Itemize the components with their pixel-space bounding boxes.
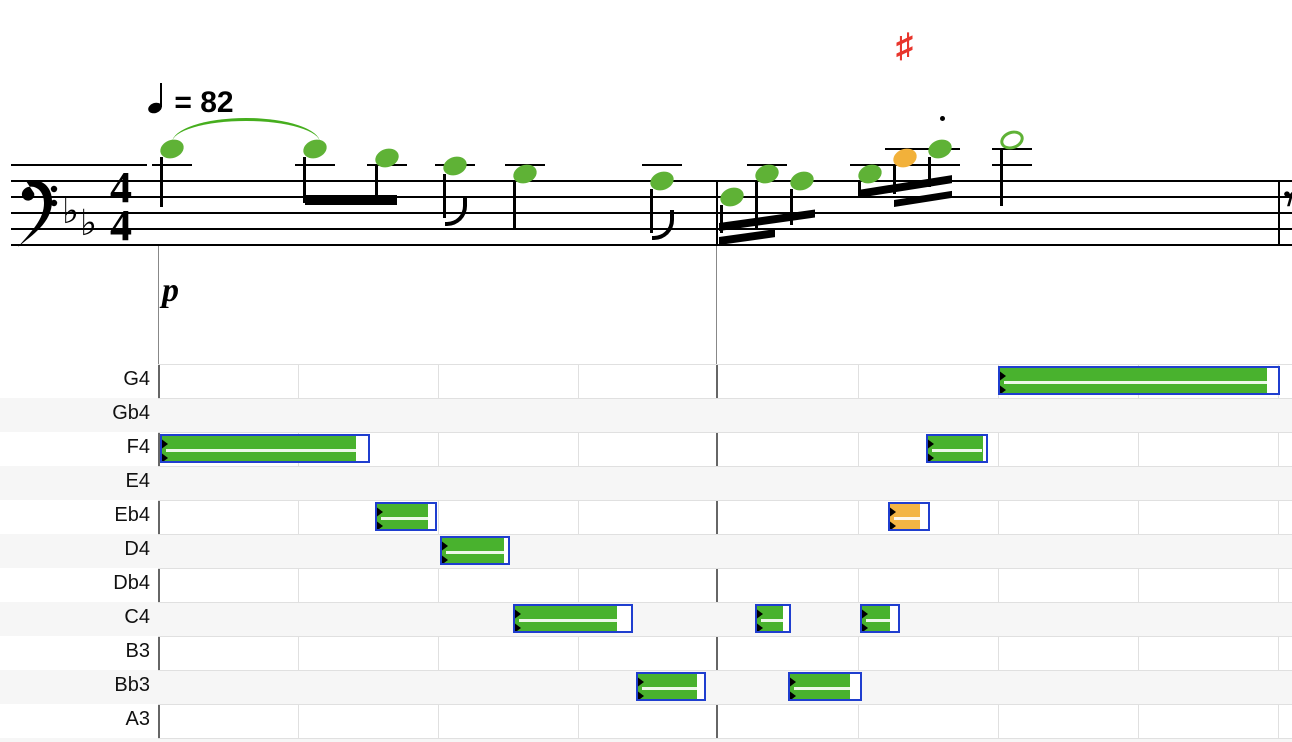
- stem: [160, 157, 163, 207]
- roll-row-label: Eb4: [0, 504, 158, 527]
- roll-row-label: Gb4: [0, 402, 158, 425]
- staff-line-5: [11, 244, 1292, 246]
- tempo-marking[interactable]: = 82: [150, 86, 234, 120]
- roll-note-3[interactable]: [513, 604, 633, 633]
- next-system-hint: 𝄾: [1284, 178, 1292, 222]
- roll-row-label: Db4: [0, 572, 158, 595]
- flag-icon: [652, 210, 668, 240]
- roll-note-8[interactable]: [860, 604, 900, 633]
- ledger: [152, 164, 192, 166]
- roll-row-Db4[interactable]: Db4: [0, 568, 1292, 602]
- barline-1: [716, 180, 718, 246]
- bass-clef: [14, 173, 58, 253]
- roll-row-C4[interactable]: C4: [0, 602, 1292, 636]
- ledger: [992, 164, 1032, 166]
- time-signature: 4 4: [110, 169, 130, 245]
- beam-b-2: [719, 229, 775, 245]
- beam-c-2: [894, 191, 952, 207]
- stem: [513, 182, 516, 230]
- roll-row-label: G4: [0, 368, 158, 391]
- roll-row-label: A3: [0, 708, 158, 731]
- roll-note-1[interactable]: [375, 502, 437, 531]
- ledger: [295, 164, 335, 166]
- stem: [1000, 148, 1003, 206]
- stem: [303, 157, 306, 203]
- beam-a: [305, 195, 397, 205]
- stem: [858, 182, 861, 198]
- flag-icon: [445, 196, 461, 226]
- roll-row-label: Bb3: [0, 674, 158, 697]
- sharp-annotation: ♯: [896, 28, 913, 66]
- roll-row-E4[interactable]: E4: [0, 466, 1292, 500]
- stem: [893, 166, 896, 194]
- roll-note-6[interactable]: [755, 604, 791, 633]
- roll-row-D4[interactable]: D4: [0, 534, 1292, 568]
- key-flat-1: ♭: [62, 190, 79, 232]
- tempo-label: = 82: [174, 86, 233, 119]
- roll-note-10[interactable]: [926, 434, 988, 463]
- tie: [172, 118, 320, 161]
- stem: [375, 166, 378, 203]
- roll-row-Eb4[interactable]: Eb4: [0, 500, 1292, 534]
- roll-row-label: B3: [0, 640, 158, 663]
- roll-row-A3[interactable]: A3: [0, 704, 1292, 738]
- roll-note-4[interactable]: [636, 672, 706, 701]
- roll-row-Gb4[interactable]: Gb4: [0, 398, 1292, 432]
- roll-note-9[interactable]: [888, 502, 930, 531]
- roll-row-label: C4: [0, 606, 158, 629]
- roll-row-Ab3[interactable]: Ab3: [0, 738, 1292, 742]
- key-flat-2: ♭: [80, 202, 97, 244]
- roll-note-11[interactable]: [998, 366, 1280, 395]
- stem: [720, 205, 723, 233]
- roll-row-B3[interactable]: B3: [0, 636, 1292, 670]
- roll-row-label: F4: [0, 436, 158, 459]
- ledger: [642, 164, 682, 166]
- stem: [928, 157, 931, 187]
- roll-row-label: D4: [0, 538, 158, 561]
- piano-roll[interactable]: G4Gb4F4E4Eb4D4Db4C4B3Bb3A3Ab3G3: [0, 364, 1292, 742]
- barline-2: [1278, 180, 1280, 246]
- roll-note-2[interactable]: [440, 536, 510, 565]
- staccato-dot: [940, 116, 945, 121]
- ledger: [920, 164, 960, 166]
- stem: [755, 182, 758, 230]
- staff-notation: ♭ ♭ 4 4 𝄾 = 82 ♯ p: [0, 0, 1292, 280]
- dynamic-marking[interactable]: p: [162, 272, 179, 310]
- stem: [790, 189, 793, 225]
- roll-row-label: E4: [0, 470, 158, 493]
- roll-note-7[interactable]: [788, 672, 862, 701]
- roll-note-0[interactable]: [160, 434, 370, 463]
- time-sig-bottom: 4: [110, 207, 130, 245]
